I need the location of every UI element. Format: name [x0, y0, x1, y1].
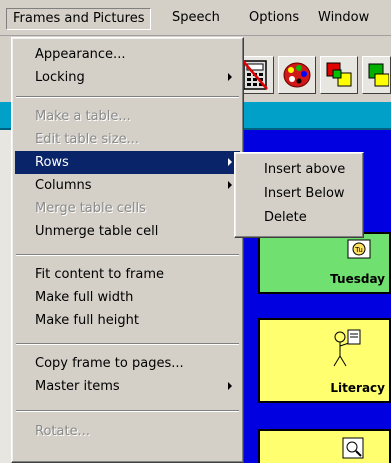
cell-label: Tuesday — [330, 272, 385, 286]
menu-bar: Frames and Pictures Speech Options Windo… — [0, 0, 391, 36]
shapes-button[interactable] — [320, 56, 358, 94]
menu-separator — [16, 410, 239, 412]
calculator-icon — [242, 60, 268, 90]
menu-separator — [16, 254, 239, 256]
cell-label: Literacy — [330, 381, 385, 395]
submenu-arrow-icon — [228, 158, 232, 166]
submenu-arrow-icon — [228, 382, 232, 390]
menu-item-locking[interactable]: Locking — [15, 66, 240, 89]
submenu-item-delete[interactable]: Delete — [238, 206, 360, 229]
magnifier-icon — [342, 437, 364, 459]
sun-icon: Tu — [347, 239, 371, 259]
menu-options[interactable]: Options — [243, 8, 305, 30]
table-cell-partial[interactable] — [258, 429, 391, 463]
menu-item-merge-table-cells[interactable]: Merge table cells — [15, 197, 240, 220]
submenu-item-insert-below[interactable]: Insert Below — [238, 182, 360, 205]
menu-item-rotate[interactable]: Rotate... — [15, 420, 240, 443]
menu-item-make-full-width[interactable]: Make full width — [15, 286, 240, 309]
paint-button[interactable] — [278, 56, 316, 94]
menu-item-columns[interactable]: Columns — [15, 174, 240, 197]
menu-item-make-a-table[interactable]: Make a table... — [15, 105, 240, 128]
shapes-icon — [368, 63, 389, 87]
menu-item-unmerge-table-cell[interactable]: Unmerge table cell — [15, 220, 240, 243]
menu-item-copy-frame-to-pages[interactable]: Copy frame to pages... — [15, 352, 240, 375]
shapes-icon — [326, 62, 352, 87]
reading-person-icon — [333, 329, 361, 367]
frames-and-pictures-menu: Appearance... Locking Make a table... Ed… — [11, 37, 244, 463]
submenu-arrow-icon — [228, 181, 232, 189]
toolbar-button-partial[interactable] — [362, 56, 391, 94]
svg-text:Tu: Tu — [354, 246, 363, 254]
table-cell-tuesday[interactable]: Tu Tuesday — [258, 232, 391, 294]
menu-item-fit-content-to-frame[interactable]: Fit content to frame — [15, 263, 240, 286]
submenu-arrow-icon — [228, 73, 232, 81]
menu-item-master-items[interactable]: Master items — [15, 375, 240, 398]
palette-icon — [283, 62, 311, 88]
menu-frames-and-pictures[interactable]: Frames and Pictures — [6, 8, 152, 30]
menu-item-rows[interactable]: Rows — [15, 151, 240, 174]
menu-speech[interactable]: Speech — [166, 8, 226, 30]
menu-separator — [16, 343, 239, 345]
menu-item-make-full-height[interactable]: Make full height — [15, 309, 240, 332]
submenu-item-insert-above[interactable]: Insert above — [238, 158, 360, 181]
menu-window[interactable]: Window — [312, 8, 375, 30]
rows-submenu: Insert above Insert Below Delete — [234, 152, 364, 238]
table-cell-literacy[interactable]: Literacy — [258, 318, 391, 403]
menu-item-appearance[interactable]: Appearance... — [15, 43, 240, 66]
menu-separator — [16, 96, 239, 98]
menu-item-edit-table-size[interactable]: Edit table size... — [15, 128, 240, 151]
